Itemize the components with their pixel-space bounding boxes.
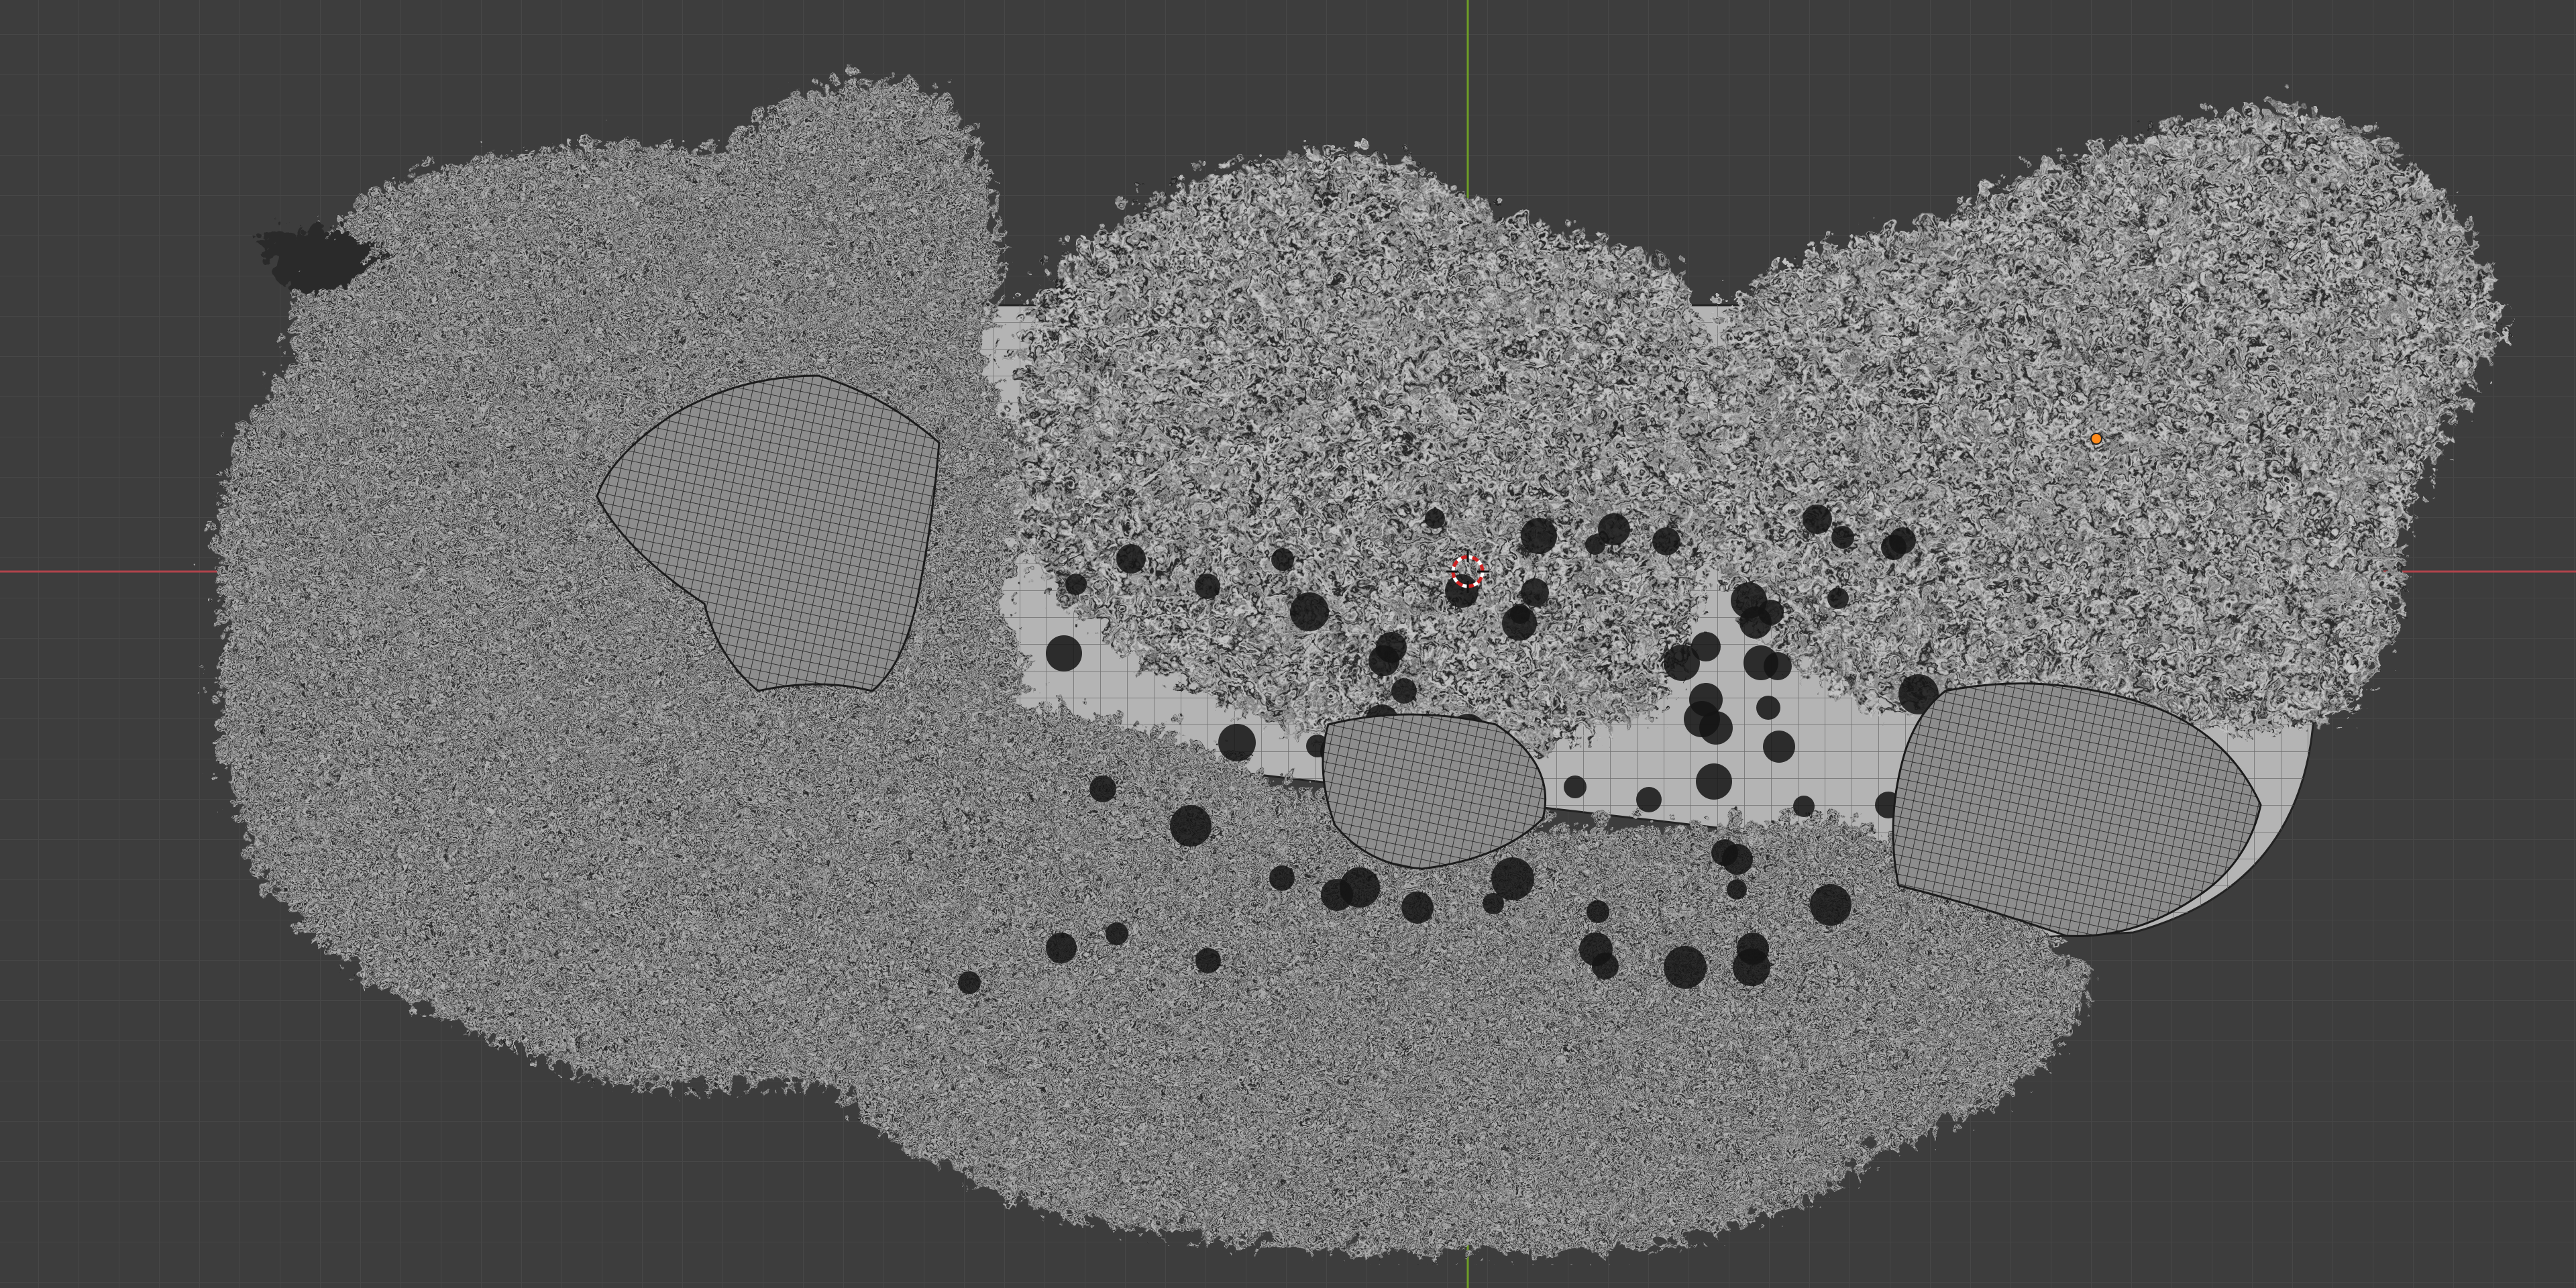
- dark-leaf-cluster: [1391, 678, 1417, 704]
- dark-leaf-cluster: [1195, 948, 1221, 973]
- dark-leaf-cluster: [1652, 527, 1680, 555]
- dark-leaf-cluster: [1376, 632, 1407, 663]
- dark-leaf-cluster: [1106, 922, 1128, 945]
- dark-leaf-cluster: [1046, 932, 1077, 963]
- dark-leaf-cluster: [1521, 578, 1549, 606]
- dark-leaf-cluster: [1269, 865, 1295, 891]
- dark-leaf-cluster: [1803, 504, 1832, 534]
- dark-leaf-cluster: [1810, 884, 1851, 926]
- dark-leaf-cluster: [1831, 526, 1854, 549]
- dark-leaf-cluster: [1271, 548, 1294, 571]
- dark-leaf-cluster: [1483, 893, 1504, 914]
- object-origin-icon[interactable]: [2090, 433, 2102, 445]
- dark-leaf-cluster: [1756, 696, 1780, 720]
- dark-leaf-cluster: [1731, 582, 1767, 619]
- dark-leaf-cluster: [1733, 949, 1770, 986]
- dark-leaf-cluster: [1321, 879, 1353, 911]
- dark-leaf-cluster: [1689, 683, 1723, 716]
- dark-leaf-cluster: [1763, 731, 1795, 763]
- dark-leaf-cluster: [1696, 763, 1732, 800]
- viewport-canvas[interactable]: [0, 0, 2576, 1288]
- dark-leaf-cluster: [1116, 544, 1146, 574]
- dark-leaf-cluster: [1521, 518, 1557, 554]
- dark-leaf-cluster: [1881, 535, 1907, 560]
- 3d-viewport[interactable]: [0, 0, 2576, 1288]
- dark-leaf-cluster: [1425, 508, 1445, 529]
- dark-leaf-cluster: [1827, 588, 1849, 609]
- dark-leaf-cluster: [1218, 724, 1256, 761]
- dark-leaf-cluster: [1636, 787, 1662, 812]
- dark-leaf-cluster: [958, 971, 981, 994]
- dark-leaf-cluster: [1793, 796, 1815, 817]
- dark-leaf-cluster: [1290, 592, 1329, 631]
- dark-leaf-cluster: [1491, 857, 1534, 900]
- dark-leaf-cluster: [1585, 535, 1605, 555]
- dark-leaf-cluster: [1664, 946, 1707, 989]
- dark-leaf-cluster: [1195, 574, 1220, 599]
- dark-leaf-cluster: [1579, 932, 1613, 966]
- dark-leaf-cluster: [1065, 574, 1087, 595]
- dark-leaf-cluster: [1664, 645, 1700, 681]
- dark-leaf-cluster: [1727, 879, 1747, 900]
- dark-leaf-cluster: [1722, 844, 1753, 875]
- dark-leaf-cluster: [1502, 606, 1537, 641]
- dark-leaf-cluster: [1445, 574, 1479, 608]
- dark-leaf-cluster: [1046, 635, 1082, 672]
- dark-leaf-cluster: [1764, 652, 1792, 680]
- dark-leaf-cluster: [1564, 775, 1587, 798]
- dark-leaf-cluster: [1089, 775, 1116, 802]
- dark-leaf-cluster: [1170, 805, 1212, 847]
- dark-leaf-cluster: [1587, 900, 1609, 923]
- dark-leaf-cluster: [1401, 892, 1434, 924]
